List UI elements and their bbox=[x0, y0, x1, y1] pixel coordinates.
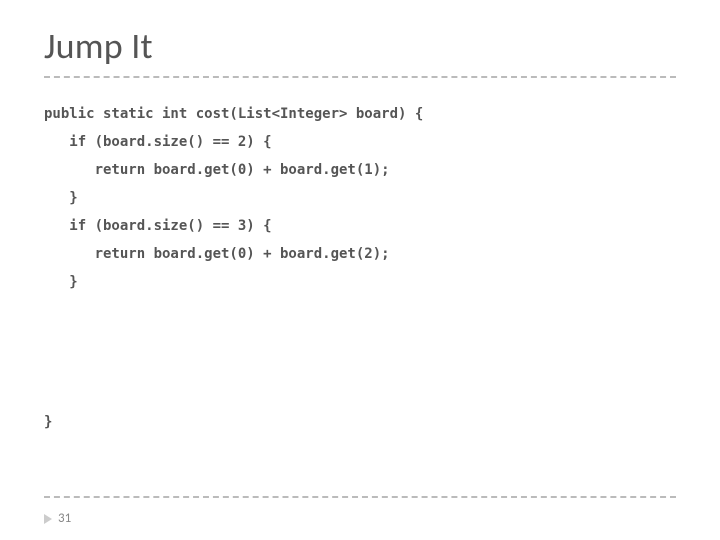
page-number: 31 bbox=[58, 511, 71, 526]
footer: 31 bbox=[44, 511, 71, 526]
slide-container: Jump It public static int cost(List<Inte… bbox=[0, 0, 720, 540]
title-divider bbox=[44, 76, 676, 78]
code-block: public static int cost(List<Integer> boa… bbox=[44, 100, 676, 436]
footer-divider bbox=[44, 496, 676, 498]
slide-marker-icon bbox=[44, 514, 52, 524]
page-title: Jump It bbox=[44, 24, 676, 68]
